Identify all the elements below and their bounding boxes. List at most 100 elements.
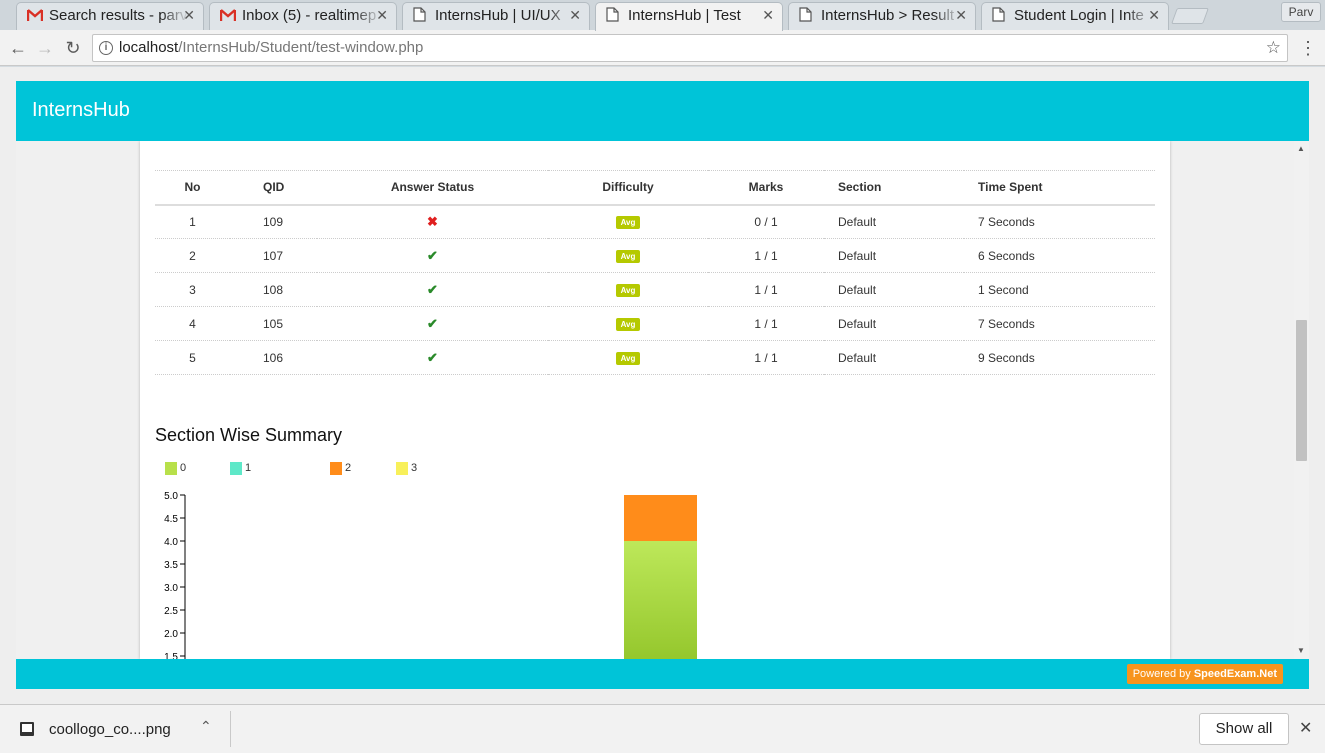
- legend-item[interactable]: 2: [330, 462, 351, 475]
- powered-by-brand: SpeedExam.Net: [1193, 668, 1277, 680]
- scrollbar-thumb[interactable]: [1296, 320, 1307, 461]
- url-path: /InternsHub/Student/test-window.php: [178, 39, 424, 56]
- check-icon: ✔: [427, 247, 438, 263]
- cell-answer-status: ✔: [317, 306, 548, 341]
- results-table: No QID Answer Status Difficulty Marks Se…: [155, 170, 1155, 375]
- info-icon[interactable]: i: [99, 41, 113, 55]
- cell-answer-status: ✔: [317, 238, 548, 273]
- cell-section: Default: [824, 306, 964, 341]
- cell-marks: 1 / 1: [708, 272, 824, 307]
- y-tick-label: 3.5: [164, 560, 178, 571]
- col-header-no: No: [155, 170, 230, 206]
- cell-marks: 1 / 1: [708, 340, 824, 375]
- table-header-row: No QID Answer Status Difficulty Marks Se…: [155, 170, 1155, 206]
- browser-menu-icon[interactable]: ⋮: [1299, 36, 1317, 60]
- y-tick-label: 5.0: [164, 491, 178, 502]
- tab-title: Search results - parv: [49, 7, 188, 24]
- browser-tab-3[interactable]: InternsHub | UI/UX ✕: [402, 2, 590, 30]
- powered-by-prefix: Powered by: [1132, 668, 1191, 680]
- tab-close-icon[interactable]: ✕: [762, 7, 774, 24]
- difficulty-badge: Avg: [615, 250, 641, 263]
- tab-title: InternsHub | UI/UX: [435, 7, 561, 24]
- tab-close-icon[interactable]: ✕: [183, 7, 195, 24]
- cell-answer-status: ✔: [317, 340, 548, 375]
- tab-close-icon[interactable]: ✕: [955, 7, 967, 24]
- reload-icon[interactable]: ↻: [61, 36, 85, 60]
- cell-marks: 1 / 1: [708, 306, 824, 341]
- back-arrow-icon[interactable]: ←: [6, 36, 30, 60]
- browser-tab-5[interactable]: InternsHub > Result ✕: [788, 2, 976, 30]
- tab-title: Inbox (5) - realtimep: [242, 7, 377, 24]
- page-viewport: InternsHub No QID Answer Status Difficul…: [0, 67, 1325, 704]
- difficulty-badge: Avg: [615, 216, 641, 230]
- browser-tab-4[interactable]: InternsHub | Test ✕: [595, 2, 783, 31]
- check-icon: ✔: [427, 315, 438, 331]
- app-footer: Powered by SpeedExam.Net: [16, 659, 1309, 689]
- tab-close-icon[interactable]: ✕: [1148, 7, 1160, 24]
- col-header-difficulty: Difficulty: [548, 170, 708, 206]
- app-body[interactable]: No QID Answer Status Difficulty Marks Se…: [16, 141, 1309, 659]
- cell-no: 4: [155, 306, 230, 341]
- y-tick-label: 2.5: [164, 606, 178, 617]
- legend-item[interactable]: 0: [165, 462, 186, 475]
- download-divider: [230, 711, 231, 747]
- cell-time-spent: 6 Seconds: [964, 238, 1155, 273]
- page-icon: [413, 7, 429, 22]
- legend-swatch: [330, 462, 342, 475]
- brand-logo[interactable]: InternsHub: [32, 99, 130, 122]
- address-bar[interactable]: i localhost/InternsHub/Student/test-wind…: [92, 34, 1288, 62]
- bookmark-star-icon[interactable]: ☆: [1266, 35, 1281, 61]
- scroll-down-arrow-icon[interactable]: ▼: [1297, 646, 1305, 655]
- bar-segment-series-2[interactable]: [624, 495, 697, 541]
- table-row: 3 108 ✔ Avg 1 / 1 Default 1 Second: [155, 272, 1155, 307]
- tab-strip: Search results - parv ✕ Inbox (5) - realti…: [0, 0, 1325, 31]
- browser-tab-6[interactable]: Student Login | Inte ✕: [981, 2, 1169, 30]
- y-tick-label: 1.5: [164, 652, 178, 659]
- browser-tab-2[interactable]: Inbox (5) - realtimep ✕: [209, 2, 397, 30]
- legend-swatch: [230, 462, 242, 475]
- results-table-body: 1 109 ✖ Avg 0 / 1 Default 7 Seconds 2 107 ✔ Avg 1 /…: [155, 204, 1155, 375]
- section-summary-title: Section Wise Summary: [155, 425, 343, 445]
- show-all-button[interactable]: Show all: [1199, 713, 1289, 745]
- new-tab-button[interactable]: [1171, 8, 1209, 24]
- cell-section: Default: [824, 272, 964, 307]
- cell-qid: 107: [230, 238, 317, 273]
- legend-item[interactable]: 3: [396, 462, 417, 475]
- tab-close-icon[interactable]: ✕: [569, 7, 581, 24]
- tab-close-icon[interactable]: ✕: [376, 7, 388, 24]
- cell-time-spent: 9 Seconds: [964, 340, 1155, 375]
- cell-no: 3: [155, 272, 230, 307]
- legend-item[interactable]: 1: [230, 462, 251, 475]
- browser-tab-1[interactable]: Search results - parv ✕: [16, 2, 204, 30]
- cell-qid: 105: [230, 306, 317, 341]
- check-icon: ✔: [427, 281, 438, 297]
- table-row: 4 105 ✔ Avg 1 / 1 Default 7 Seconds: [155, 306, 1155, 341]
- url-host: localhost: [119, 39, 179, 56]
- cell-time-spent: 7 Seconds: [964, 204, 1155, 239]
- scroll-up-arrow-icon[interactable]: ▲: [1297, 144, 1305, 153]
- col-header-qid: QID: [230, 170, 317, 206]
- tab-title: Student Login | Inte: [1014, 7, 1144, 24]
- chart-legend: 0 1 2 3: [140, 462, 740, 482]
- powered-by-badge[interactable]: Powered by SpeedExam.Net: [1126, 664, 1283, 684]
- cell-difficulty: Avg: [548, 238, 708, 273]
- close-icon[interactable]: ✕: [1299, 718, 1312, 738]
- cell-section: Default: [824, 204, 964, 239]
- download-file-name[interactable]: coollogo_co....png: [49, 721, 171, 738]
- cell-no: 1: [155, 204, 230, 239]
- bar-segment-series-0[interactable]: [624, 541, 697, 659]
- forward-arrow-icon[interactable]: →: [33, 36, 57, 60]
- vertical-scrollbar[interactable]: ▲ ▼: [1294, 141, 1309, 659]
- cell-no: 2: [155, 238, 230, 273]
- table-row: 2 107 ✔ Avg 1 / 1 Default 6 Seconds: [155, 238, 1155, 273]
- legend-swatch: [165, 462, 177, 475]
- gmail-icon: [219, 8, 237, 23]
- cell-qid: 108: [230, 272, 317, 307]
- cell-marks: 1 / 1: [708, 238, 824, 273]
- difficulty-badge: Avg: [615, 318, 641, 331]
- cell-qid: 106: [230, 340, 317, 375]
- tab-title: InternsHub | Test: [628, 7, 741, 24]
- profile-button[interactable]: Parv: [1281, 2, 1321, 22]
- check-icon: ✔: [427, 349, 438, 365]
- chevron-up-icon[interactable]: ⌃: [200, 718, 212, 735]
